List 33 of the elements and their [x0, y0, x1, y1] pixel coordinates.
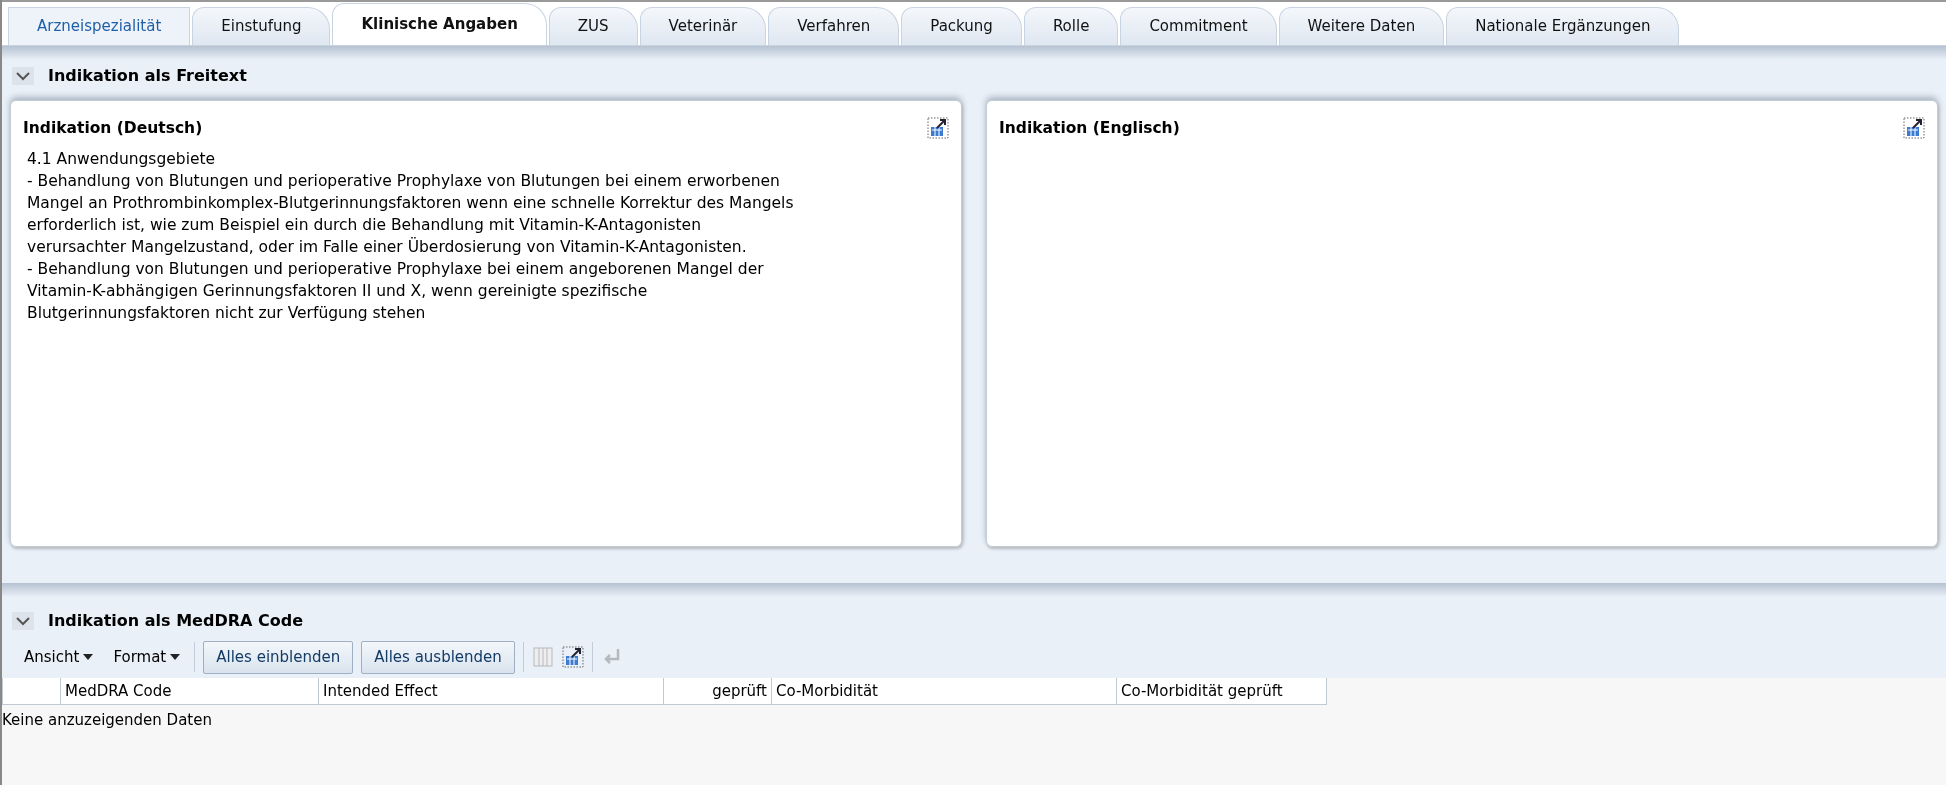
tab[interactable]: Einstufung: [192, 7, 331, 45]
tab[interactable]: Packung: [901, 7, 1022, 45]
caret-down-icon: [83, 654, 94, 661]
tab[interactable]: Nationale Ergänzungen: [1446, 7, 1680, 45]
chevron-down-icon[interactable]: [12, 67, 34, 85]
column-header[interactable]: geprüft: [663, 677, 772, 705]
column-header[interactable]: Intended Effect: [318, 677, 664, 705]
tab[interactable]: Veterinär: [639, 7, 767, 45]
detach-icon[interactable]: [1903, 117, 1925, 139]
section-title: Indikation als Freitext: [48, 65, 247, 87]
column-header[interactable]: Co-Morbidität: [771, 677, 1117, 705]
menu-button[interactable]: Ansicht: [18, 646, 100, 669]
detach-icon[interactable]: [927, 117, 949, 139]
chevron-down-icon[interactable]: [12, 612, 34, 630]
panel-title: Indikation (Englisch): [999, 118, 1180, 139]
toolbar-button[interactable]: Alles ausblenden: [361, 641, 515, 674]
tab[interactable]: Arzneispezialität: [8, 7, 191, 45]
column-header[interactable]: MedDRA Code: [60, 677, 319, 705]
tab[interactable]: Klinische Angaben: [332, 3, 547, 45]
panel-title: Indikation (Deutsch): [23, 118, 203, 139]
column-header[interactable]: Co-Morbidität geprüft: [1116, 677, 1327, 705]
tab[interactable]: Rolle: [1023, 7, 1119, 45]
tab[interactable]: ZUS: [548, 7, 638, 45]
indication-text: 4.1 Anwendungsgebiete - Behandlung von Blutungen und perioperative Prophylaxe von Blutungen bei einem erworbenen Mangel an Prothrombinkomplex-Blutgerinnungsfaktoren wenn eine schnelle Korrektur des Mangels erforderlich ist, wie zum Beispiel ein durch die Behandlung mit Vitamin-K-Antagonisten verursachter Mangelzustand, oder im Falle einer Überdosierung von Vitamin-K-Antagonisten. - Behandlung von Blutungen und perioperative Prophylaxe bei einem angeborenen Mangel der Vitamin-K-abhängigen Gerinnungsfaktoren II und X, wenn gereinigte spezifische Blutgerinnungsfaktoren nicht zur Verfügung stehen: [26, 149, 795, 325]
tab[interactable]: Verfahren: [768, 7, 900, 45]
tab[interactable]: Weitere Daten: [1278, 7, 1445, 45]
toolbar-button[interactable]: Alles einblenden: [203, 641, 354, 674]
section-title: Indikation als MedDRA Code: [48, 610, 303, 632]
tab[interactable]: Commitment: [1120, 7, 1277, 45]
empty-message: Keine anzuzeigenden Daten: [2, 711, 212, 729]
caret-down-icon: [170, 654, 181, 661]
menu-button[interactable]: Format: [107, 646, 187, 669]
detach-icon[interactable]: [561, 646, 584, 669]
